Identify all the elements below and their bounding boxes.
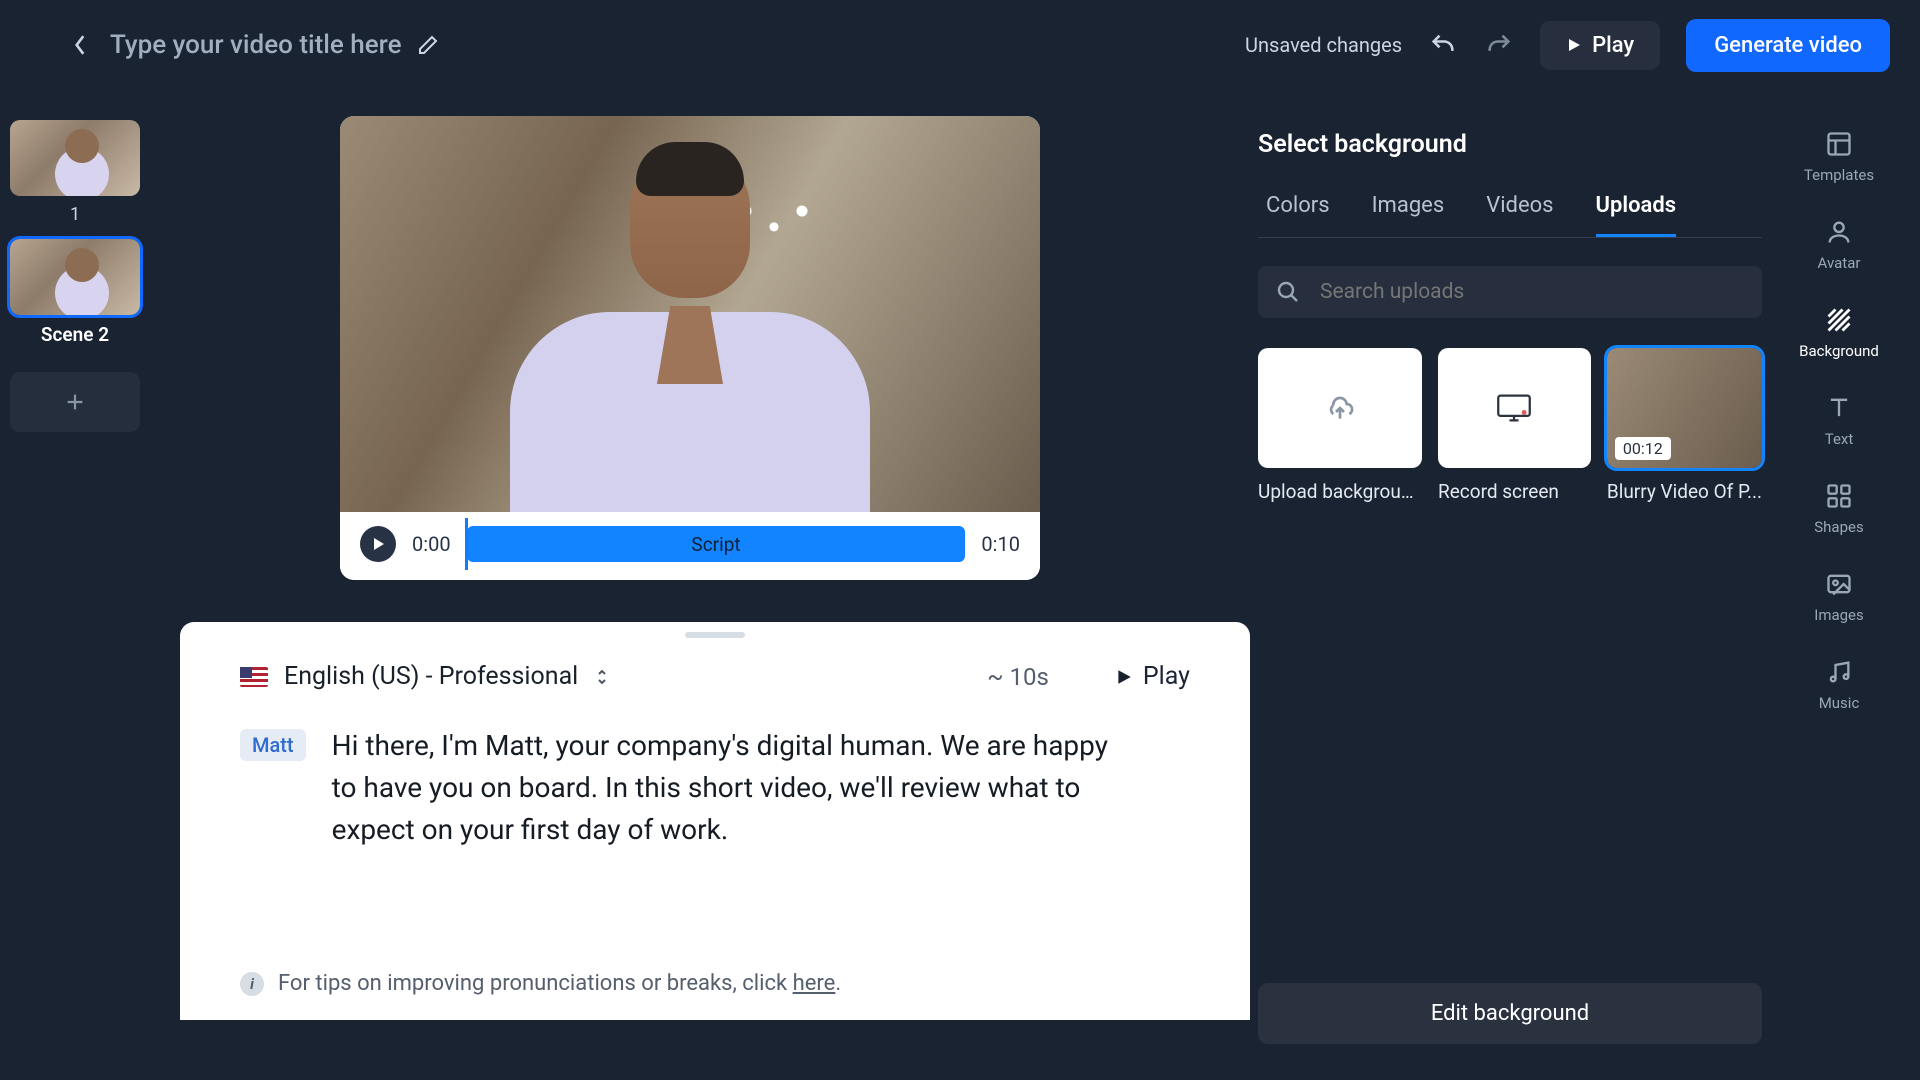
- templates-icon: [1825, 130, 1853, 158]
- background-tabs: Colors Images Videos Uploads: [1258, 193, 1762, 238]
- generate-video-button[interactable]: Generate video: [1686, 19, 1890, 72]
- rail-avatar[interactable]: Avatar: [1818, 218, 1861, 272]
- search-input[interactable]: [1320, 280, 1744, 304]
- chevron-left-icon: [73, 34, 87, 56]
- speaker-badge: Matt: [240, 729, 306, 761]
- search-uploads[interactable]: [1258, 266, 1762, 318]
- pencil-icon[interactable]: [416, 33, 440, 57]
- preview-frame: [340, 116, 1040, 512]
- record-screen-card[interactable]: Record screen: [1438, 348, 1591, 503]
- timeline: 0:00 Script 0:10: [340, 512, 1040, 580]
- images-icon: [1825, 570, 1853, 598]
- video-preview[interactable]: 0:00 Script 0:10: [340, 116, 1040, 580]
- tab-uploads[interactable]: Uploads: [1596, 193, 1677, 237]
- tool-rail: Templates Avatar Background Text Shapes …: [1790, 90, 1888, 1080]
- video-title-input[interactable]: Type your video title here: [110, 30, 402, 60]
- rail-background[interactable]: Background: [1799, 306, 1879, 360]
- script-duration: ~ 10s: [987, 663, 1049, 691]
- flag-us-icon: [240, 667, 268, 687]
- scenes-sidebar: 1 Scene 2: [0, 90, 150, 1080]
- play-icon: [1115, 667, 1133, 687]
- scene-thumb-2[interactable]: [10, 239, 140, 315]
- undo-button[interactable]: [1428, 30, 1458, 60]
- background-icon: [1825, 306, 1853, 334]
- music-icon: [1825, 658, 1853, 686]
- search-icon: [1276, 280, 1300, 304]
- avatar-icon: [1825, 218, 1853, 246]
- scene-thumb-1[interactable]: [10, 120, 140, 196]
- rail-shapes[interactable]: Shapes: [1814, 482, 1863, 536]
- undo-icon: [1429, 31, 1457, 59]
- uploaded-video-card[interactable]: 00:12 Blurry Video Of P...: [1607, 348, 1762, 503]
- redo-icon: [1485, 31, 1513, 59]
- monitor-icon: [1496, 393, 1532, 423]
- tab-videos[interactable]: Videos: [1486, 193, 1553, 237]
- drag-handle[interactable]: [685, 632, 745, 638]
- timeline-play-button[interactable]: [360, 526, 396, 562]
- scene-label: Scene 2: [10, 323, 140, 346]
- upload-icon: [1324, 392, 1356, 424]
- plus-icon: [64, 391, 86, 413]
- add-scene-button[interactable]: [10, 372, 140, 432]
- script-panel: English (US) - Professional ~ 10s Play M…: [180, 622, 1250, 1020]
- back-button[interactable]: [60, 25, 100, 65]
- tab-colors[interactable]: Colors: [1266, 193, 1330, 237]
- panel-title: Select background: [1258, 130, 1762, 159]
- rail-templates[interactable]: Templates: [1804, 130, 1874, 184]
- voice-selector[interactable]: English (US) - Professional: [284, 662, 578, 691]
- scene-number: 1: [10, 204, 140, 225]
- play-label: Play: [1592, 33, 1634, 58]
- video-duration-badge: 00:12: [1615, 437, 1671, 460]
- tab-images[interactable]: Images: [1372, 193, 1445, 237]
- edit-background-button[interactable]: Edit background: [1258, 983, 1762, 1044]
- play-icon: [371, 537, 385, 551]
- chevron-updown-icon[interactable]: [594, 667, 610, 687]
- play-icon: [1566, 36, 1582, 54]
- rail-images[interactable]: Images: [1814, 570, 1864, 624]
- play-button[interactable]: Play: [1540, 21, 1660, 70]
- script-text-input[interactable]: Hi there, I'm Matt, your company's digit…: [332, 725, 1112, 851]
- time-current: 0:00: [412, 532, 451, 556]
- background-panel: Select background Colors Images Videos U…: [1230, 90, 1790, 1080]
- shapes-icon: [1825, 482, 1853, 510]
- pronunciation-tip: i For tips on improving pronunciations o…: [240, 971, 1190, 996]
- script-play-button[interactable]: Play: [1115, 662, 1190, 691]
- unsaved-changes-label: Unsaved changes: [1245, 33, 1402, 57]
- script-track[interactable]: Script: [467, 526, 966, 562]
- tip-link[interactable]: here: [793, 971, 836, 996]
- text-icon: [1825, 394, 1853, 422]
- redo-button[interactable]: [1484, 30, 1514, 60]
- time-total: 0:10: [981, 532, 1020, 556]
- rail-music[interactable]: Music: [1819, 658, 1860, 712]
- upload-background-card[interactable]: Upload background: [1258, 348, 1422, 503]
- info-icon: i: [240, 972, 264, 996]
- rail-text[interactable]: Text: [1825, 394, 1854, 448]
